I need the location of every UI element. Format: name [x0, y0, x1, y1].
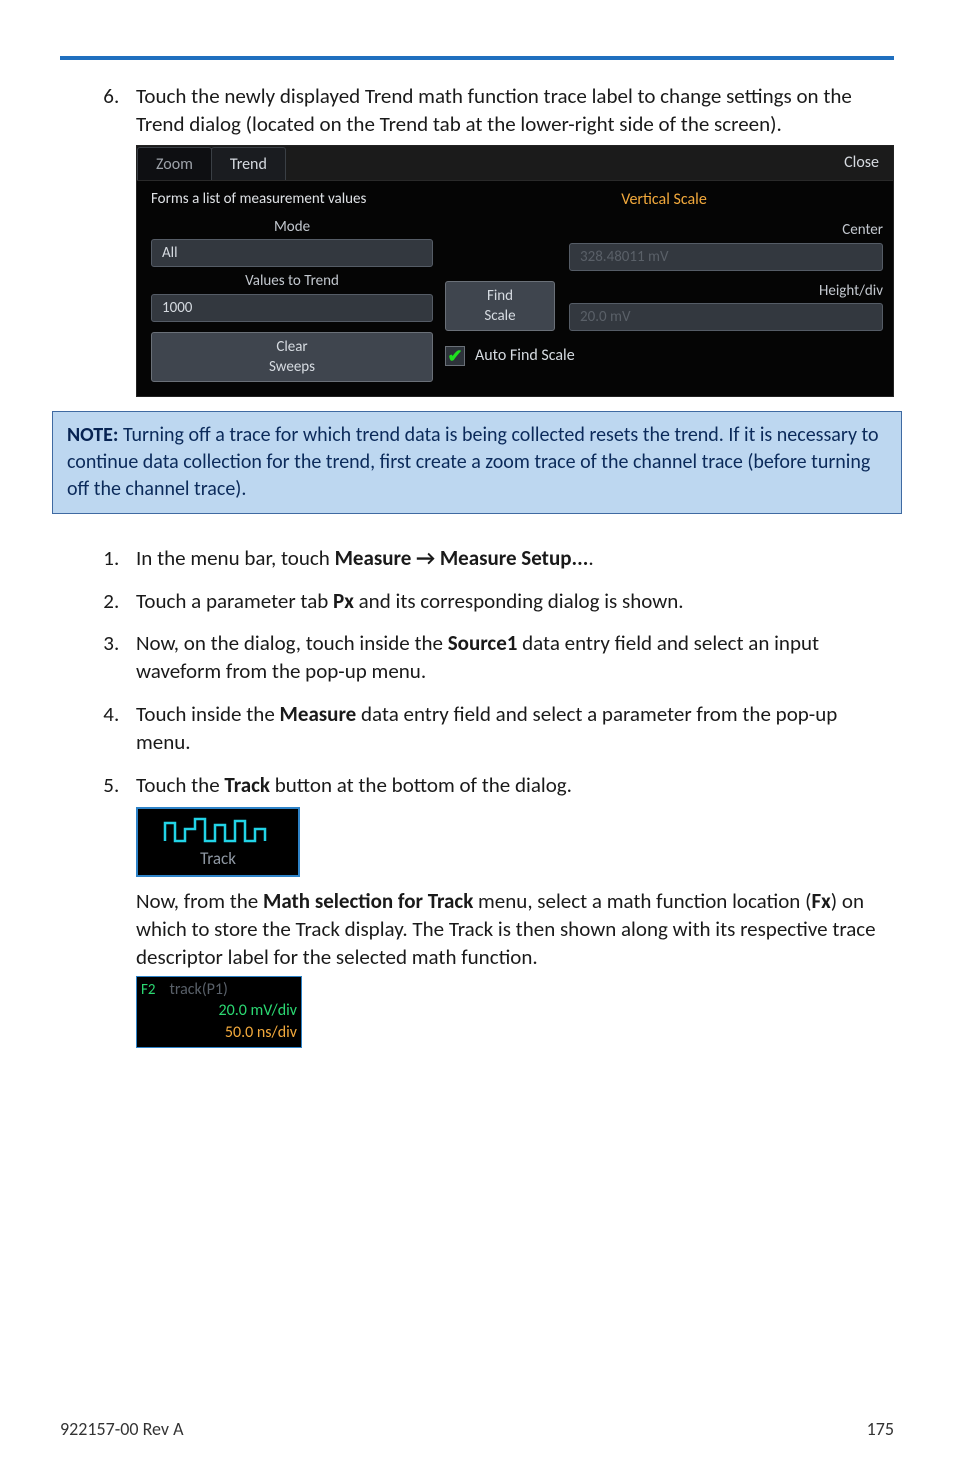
- tab-trend[interactable]: Trend: [211, 147, 286, 180]
- mode-label: Mode: [151, 217, 433, 237]
- after-track-paragraph: Now, from the Math selection for Track m…: [136, 887, 894, 972]
- mode-field[interactable]: All: [151, 239, 433, 267]
- center-label: Center: [569, 220, 883, 240]
- trace-descriptor: F2 track(P1) 20.0 mV/div 50.0 ns/div: [136, 976, 302, 1048]
- step-6: Touch the newly displayed Trend math fun…: [124, 82, 894, 397]
- trend-dialog: Zoom Trend Close Forms a list of measure…: [136, 145, 894, 398]
- step-2: Touch a parameter tab Px and its corresp…: [124, 587, 894, 615]
- center-field[interactable]: 328.48011 mV: [569, 243, 883, 271]
- note-box: NOTE: Turning off a trace for which tren…: [52, 411, 902, 514]
- auto-find-scale-row[interactable]: ✔ Auto Find Scale: [445, 345, 883, 367]
- step-6-list: Touch the newly displayed Trend math fun…: [124, 82, 894, 397]
- find-scale-button[interactable]: Find Scale: [445, 281, 555, 332]
- tab-zoom[interactable]: Zoom: [137, 147, 212, 180]
- step-3: Now, on the dialog, touch inside the Sou…: [124, 629, 894, 686]
- values-to-trend-label: Values to Trend: [151, 271, 433, 291]
- note-prefix: NOTE:: [67, 423, 118, 447]
- step-5: Touch the Track button at the bottom of …: [124, 771, 894, 1048]
- footer-left: 922157-00 Rev A: [60, 1417, 184, 1441]
- close-button[interactable]: Close: [830, 146, 893, 180]
- auto-find-scale-checkbox[interactable]: ✔: [445, 346, 465, 366]
- checkmark-icon: ✔: [447, 347, 462, 365]
- note-body: Turning off a trace for which trend data…: [67, 423, 879, 501]
- trace-badge: F2: [141, 980, 156, 1000]
- auto-find-scale-label: Auto Find Scale: [475, 345, 575, 367]
- height-div-label: Height/div: [569, 281, 883, 301]
- track-label: Track: [200, 848, 236, 871]
- trace-name: track(P1): [170, 979, 228, 1001]
- steps-list: In the menu bar, touch Measure → Measure…: [124, 544, 894, 1047]
- dialog-tabs: Zoom Trend Close: [137, 146, 893, 181]
- vertical-scale-title: Vertical Scale: [445, 189, 883, 211]
- track-waveform-icon: [163, 815, 273, 847]
- header-rule: [60, 56, 894, 60]
- values-to-trend-field[interactable]: 1000: [151, 294, 433, 322]
- dialog-description: Forms a list of measurement values: [151, 189, 433, 209]
- trace-vertical: 20.0 mV/div: [141, 1000, 297, 1022]
- footer-right: 175: [867, 1417, 894, 1441]
- page-footer: 922157-00 Rev A 175: [60, 1417, 894, 1441]
- step-4: Touch inside the Measure data entry fiel…: [124, 700, 894, 757]
- step-1: In the menu bar, touch Measure → Measure…: [124, 544, 894, 572]
- track-button-image: Track: [136, 807, 300, 877]
- clear-sweeps-button[interactable]: Clear Sweeps: [151, 332, 433, 383]
- step-6-text: Touch the newly displayed Trend math fun…: [136, 83, 852, 137]
- trace-horizontal: 50.0 ns/div: [141, 1022, 297, 1044]
- height-div-field[interactable]: 20.0 mV: [569, 303, 883, 331]
